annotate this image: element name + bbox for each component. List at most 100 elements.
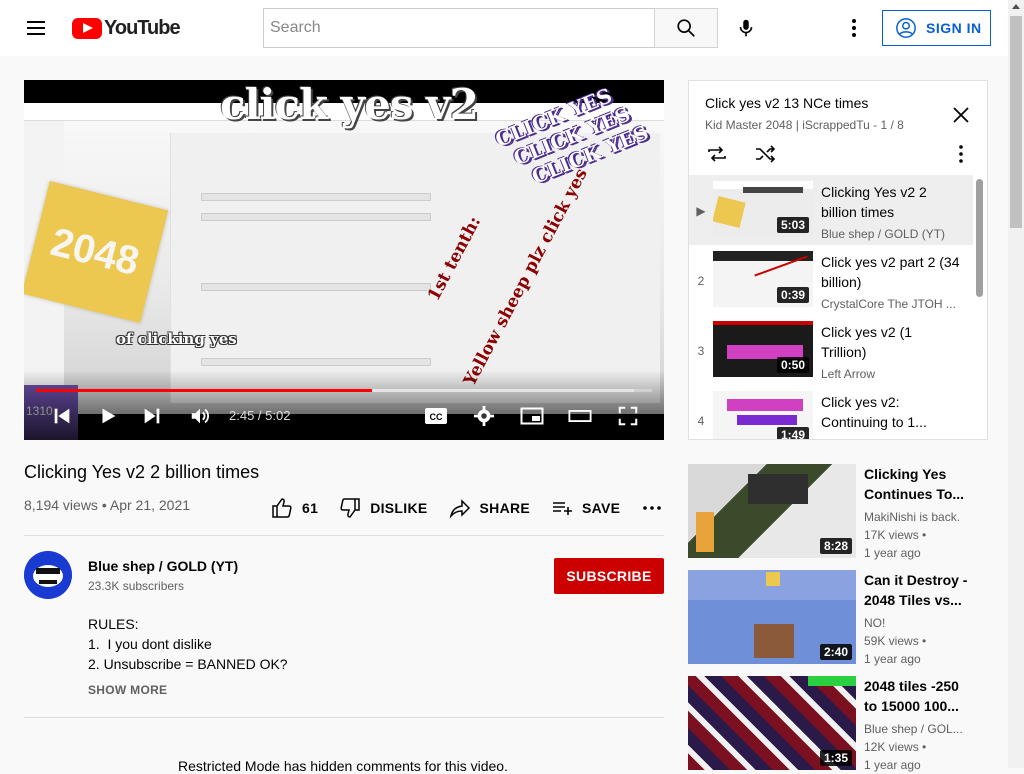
- share-button[interactable]: SHARE: [448, 496, 531, 520]
- miniplayer-button[interactable]: [520, 404, 544, 428]
- playlist-channel[interactable]: iScrappedTu: [802, 118, 870, 132]
- playlist-item-index: 3: [697, 344, 705, 358]
- recommended-thumbnail[interactable]: 2:40: [688, 570, 856, 664]
- playlist-item-index: 2: [697, 274, 705, 288]
- playlist-item-title[interactable]: Click yes v2 part 2 (34 billion): [821, 252, 961, 292]
- playlist-item-thumbnail[interactable]: 5:03: [713, 181, 813, 237]
- sign-in-label: SIGN IN: [926, 20, 982, 36]
- recommended-age: 1 year ago: [864, 652, 921, 666]
- subscribe-button[interactable]: SUBSCRIBE: [554, 558, 664, 594]
- playlist-scrollbar-thumb[interactable]: [976, 179, 983, 297]
- subtitles-button[interactable]: CC: [424, 404, 448, 428]
- views-dot: •: [918, 740, 927, 754]
- gear-icon: [473, 405, 495, 427]
- views-text: 17K views: [864, 528, 919, 542]
- youtube-play-icon: [72, 17, 102, 39]
- search-input[interactable]: [264, 9, 655, 47]
- like-button[interactable]: 61: [270, 496, 318, 520]
- playlist-item[interactable]: 4 1:49 Click yes v2: Continuing to 1...: [689, 385, 973, 439]
- sign-in-button[interactable]: SIGN IN: [882, 10, 991, 46]
- recommended-channel[interactable]: MakiNishi is back.: [864, 510, 976, 524]
- description-line: RULES:: [88, 616, 139, 632]
- settings-more-button[interactable]: [834, 8, 874, 48]
- playlist-item-title[interactable]: Clicking Yes v2 2 billion times: [821, 182, 961, 222]
- channel-name[interactable]: Blue shep / GOLD (YT): [88, 558, 238, 574]
- settings-button[interactable]: [472, 404, 496, 428]
- save-button[interactable]: SAVE: [550, 496, 620, 520]
- video-meta: 8,194 views • Apr 21, 2021: [24, 497, 190, 513]
- miniplayer-icon: [520, 407, 544, 425]
- next-button[interactable]: [140, 404, 164, 428]
- playlist-item[interactable]: ▶ 5:03 Clicking Yes v2 2 billion times B…: [689, 175, 973, 245]
- recommended-title[interactable]: 2048 tiles -250 to 15000 100...: [864, 676, 976, 716]
- recommended-title[interactable]: Can it Destroy - 2048 Tiles vs...: [864, 570, 976, 610]
- playlist-more-button[interactable]: [949, 142, 973, 166]
- more-actions-button[interactable]: [640, 496, 672, 520]
- voice-search-button[interactable]: [726, 8, 766, 48]
- recommended-title[interactable]: Clicking Yes Continues To...: [864, 464, 976, 504]
- playlist-close-button[interactable]: [949, 103, 973, 127]
- channel-avatar[interactable]: [24, 551, 72, 599]
- playlist-item-duration: 0:50: [776, 357, 809, 373]
- recommended-channel[interactable]: Blue shep / GOL...: [864, 722, 976, 736]
- playlist-item-thumbnail[interactable]: 0:50: [713, 321, 813, 377]
- recommended-video[interactable]: 1:35 2048 tiles -250 to 15000 100... Blu…: [688, 676, 988, 772]
- recommended-channel[interactable]: NO!: [864, 616, 976, 630]
- shuffle-playlist-button[interactable]: [753, 142, 777, 166]
- overlay-of-clicking: of clicking yes: [116, 330, 237, 348]
- avatar-sheep-icon: [24, 551, 72, 599]
- playlist-title[interactable]: Click yes v2 13 NCe times: [705, 95, 868, 111]
- search-button[interactable]: [654, 8, 718, 48]
- thumbnail-detail: [766, 572, 780, 586]
- more-vertical-icon: [852, 19, 856, 37]
- description-line: 2. Unsubscribe = BANNED OK?: [88, 656, 288, 672]
- recommended-video[interactable]: 2:40 Can it Destroy - 2048 Tiles vs... N…: [688, 570, 988, 666]
- playlist-item[interactable]: 2 0:39 Click yes v2 part 2 (34 billion) …: [689, 245, 973, 315]
- thumbnail-detail: [696, 512, 714, 552]
- playlist-item-index: 4: [697, 414, 705, 428]
- views-dot: •: [918, 528, 927, 542]
- recommended-duration: 8:28: [819, 538, 852, 554]
- thumbs-up-icon: [272, 498, 292, 518]
- playlist-item[interactable]: 3 0:50 Click yes v2 (1 Trillion) Left Ar…: [689, 315, 973, 385]
- previous-button[interactable]: [50, 404, 74, 428]
- recommended-video[interactable]: 8:28 Clicking Yes Continues To... MakiNi…: [688, 464, 988, 560]
- youtube-logo[interactable]: YouTube: [72, 16, 181, 39]
- recommended-thumbnail[interactable]: 8:28: [688, 464, 856, 558]
- scroll-up-arrow-icon[interactable]: [1012, 4, 1020, 9]
- mute-button[interactable]: [188, 404, 212, 428]
- time-current: 2:45: [229, 408, 255, 423]
- loop-playlist-button[interactable]: [705, 142, 729, 166]
- page-scrollbar-thumb[interactable]: [1010, 16, 1022, 228]
- search-box: [263, 8, 655, 48]
- svg-text:CC: CC: [430, 412, 443, 422]
- progress-bar[interactable]: [36, 389, 652, 392]
- theater-icon: [568, 410, 592, 422]
- fullscreen-button[interactable]: [616, 404, 640, 428]
- video-player[interactable]: click yes v2 CLICK YES CLICK YES CLICK Y…: [24, 80, 664, 440]
- playlist-item-thumbnail[interactable]: 0:39: [713, 251, 813, 307]
- recommended-thumbnail[interactable]: 1:35: [688, 676, 856, 770]
- subscriber-count: 23.3K subscribers: [88, 579, 185, 593]
- show-more-button[interactable]: SHOW MORE: [88, 683, 167, 697]
- playlist-item-duration: 0:39: [776, 287, 809, 303]
- playlist-item-channel: Left Arrow: [821, 367, 876, 381]
- thumbnail-detail: [737, 415, 797, 425]
- playlist-item-duration: 5:03: [776, 217, 809, 233]
- guide-menu-button[interactable]: [24, 16, 48, 40]
- theater-mode-button[interactable]: [568, 404, 592, 428]
- playlist-item-title[interactable]: Click yes v2 (1 Trillion): [821, 322, 961, 362]
- dislike-button[interactable]: DISLIKE: [338, 496, 427, 520]
- playlist-item-thumbnail[interactable]: 1:49: [713, 391, 813, 439]
- playlist-item-title[interactable]: Click yes v2: Continuing to 1...: [821, 392, 961, 432]
- more-horizontal-icon: [643, 506, 662, 510]
- playlist-panel: Click yes v2 13 NCe times Kid Master 204…: [688, 80, 988, 440]
- search-icon: [677, 19, 695, 37]
- logo-text: YouTube: [104, 16, 181, 39]
- playlist-owner[interactable]: Kid Master 2048: [705, 118, 792, 132]
- play-icon: [102, 408, 116, 424]
- thumbs-down-icon: [340, 498, 360, 518]
- page-scrollbar[interactable]: [1008, 0, 1024, 768]
- recommended-duration: 2:40: [819, 644, 852, 660]
- play-button[interactable]: [96, 404, 120, 428]
